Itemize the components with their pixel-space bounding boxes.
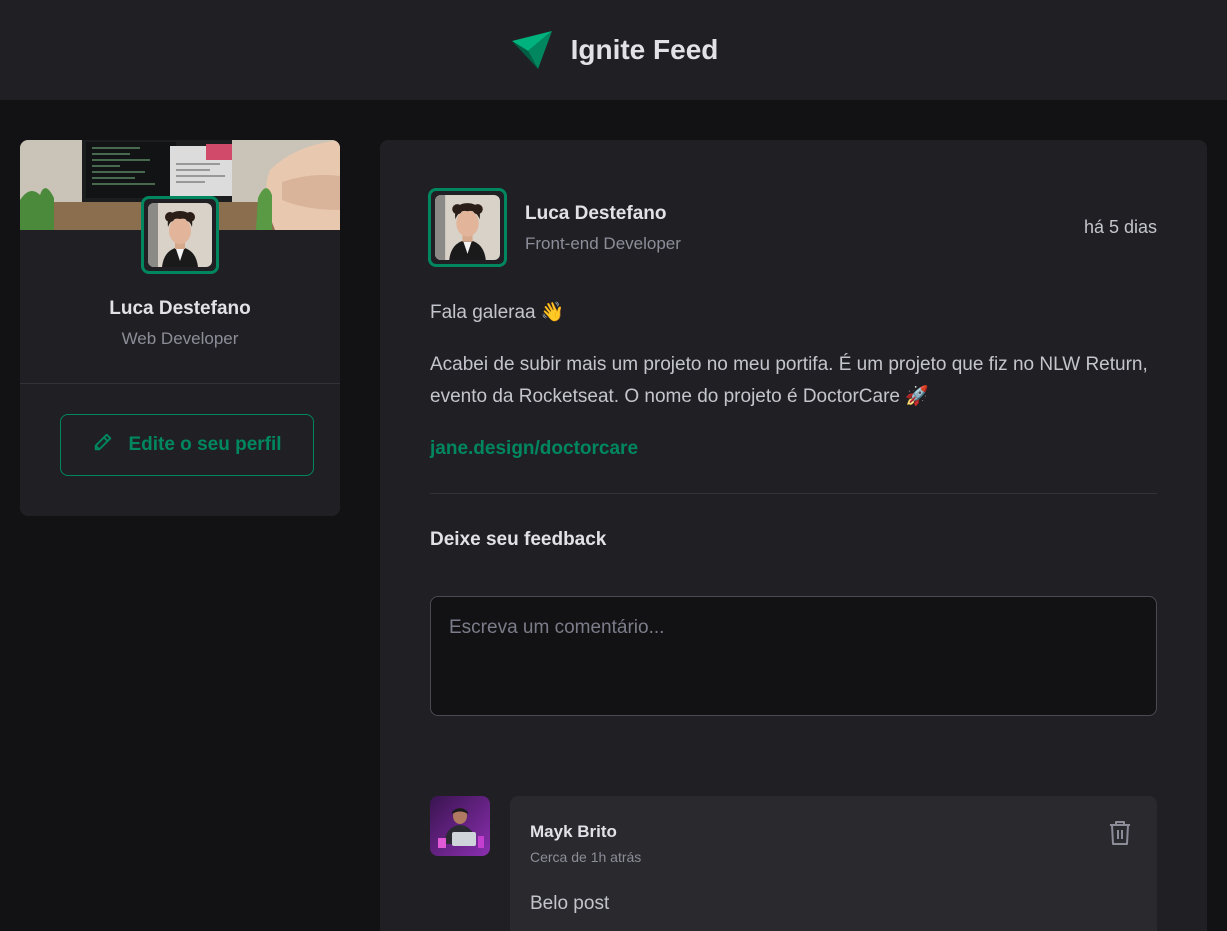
rocket-icon: 🚀: [905, 386, 929, 407]
post-link[interactable]: jane.design/doctorcare: [430, 438, 638, 459]
post-divider: [430, 493, 1157, 494]
sidebar-divider: [20, 383, 340, 384]
pencil-icon: [92, 431, 114, 459]
app-title: Ignite Feed: [570, 34, 719, 65]
comment-input[interactable]: [430, 596, 1157, 716]
feedback-title: Deixe seu feedback: [430, 529, 607, 550]
edit-profile-label: Edite o seu perfil: [128, 434, 282, 455]
edit-profile-button[interactable]: Edite o seu perfil: [60, 414, 314, 476]
post-link-line: jane.design/doctorcare: [430, 433, 1157, 465]
post-author-role: Front-end Developer: [525, 234, 681, 253]
post-body: Acabei de subir mais um projeto no meu p…: [430, 354, 1148, 407]
profile-sidebar: Luca Destefano Web Developer Edite o seu…: [20, 140, 340, 516]
trash-icon[interactable]: [1107, 818, 1133, 848]
post-body-line: Acabei de subir mais um projeto no meu p…: [430, 349, 1157, 413]
waving-hand-icon: 👋: [540, 302, 565, 323]
profile-avatar[interactable]: [141, 196, 219, 274]
post-card: Luca Destefano Front-end Developer há 5 …: [380, 140, 1207, 931]
post-greeting-line: Fala galeraa 👋: [430, 297, 1157, 329]
ignite-logo-icon: [509, 27, 555, 73]
profile-role: Web Developer: [121, 329, 239, 348]
comment-timestamp: Cerca de 1h atrás: [530, 849, 642, 865]
app-header: Ignite Feed: [0, 0, 1227, 100]
comment-author-avatar[interactable]: [430, 796, 490, 856]
post-greeting: Fala galeraa: [430, 302, 536, 323]
profile-name: Luca Destefano: [109, 298, 251, 319]
comment-card: Mayk Brito Cerca de 1h atrás Belo post: [510, 796, 1157, 931]
comment-author-name: Mayk Brito: [530, 822, 617, 841]
post-author-avatar[interactable]: [428, 188, 507, 267]
post-timestamp: há 5 dias: [1083, 217, 1157, 237]
post-content: Fala galeraa 👋 Acabei de subir mais um p…: [430, 297, 1157, 485]
post-author-name: Luca Destefano: [525, 203, 667, 224]
comment-text: Belo post: [530, 893, 610, 914]
